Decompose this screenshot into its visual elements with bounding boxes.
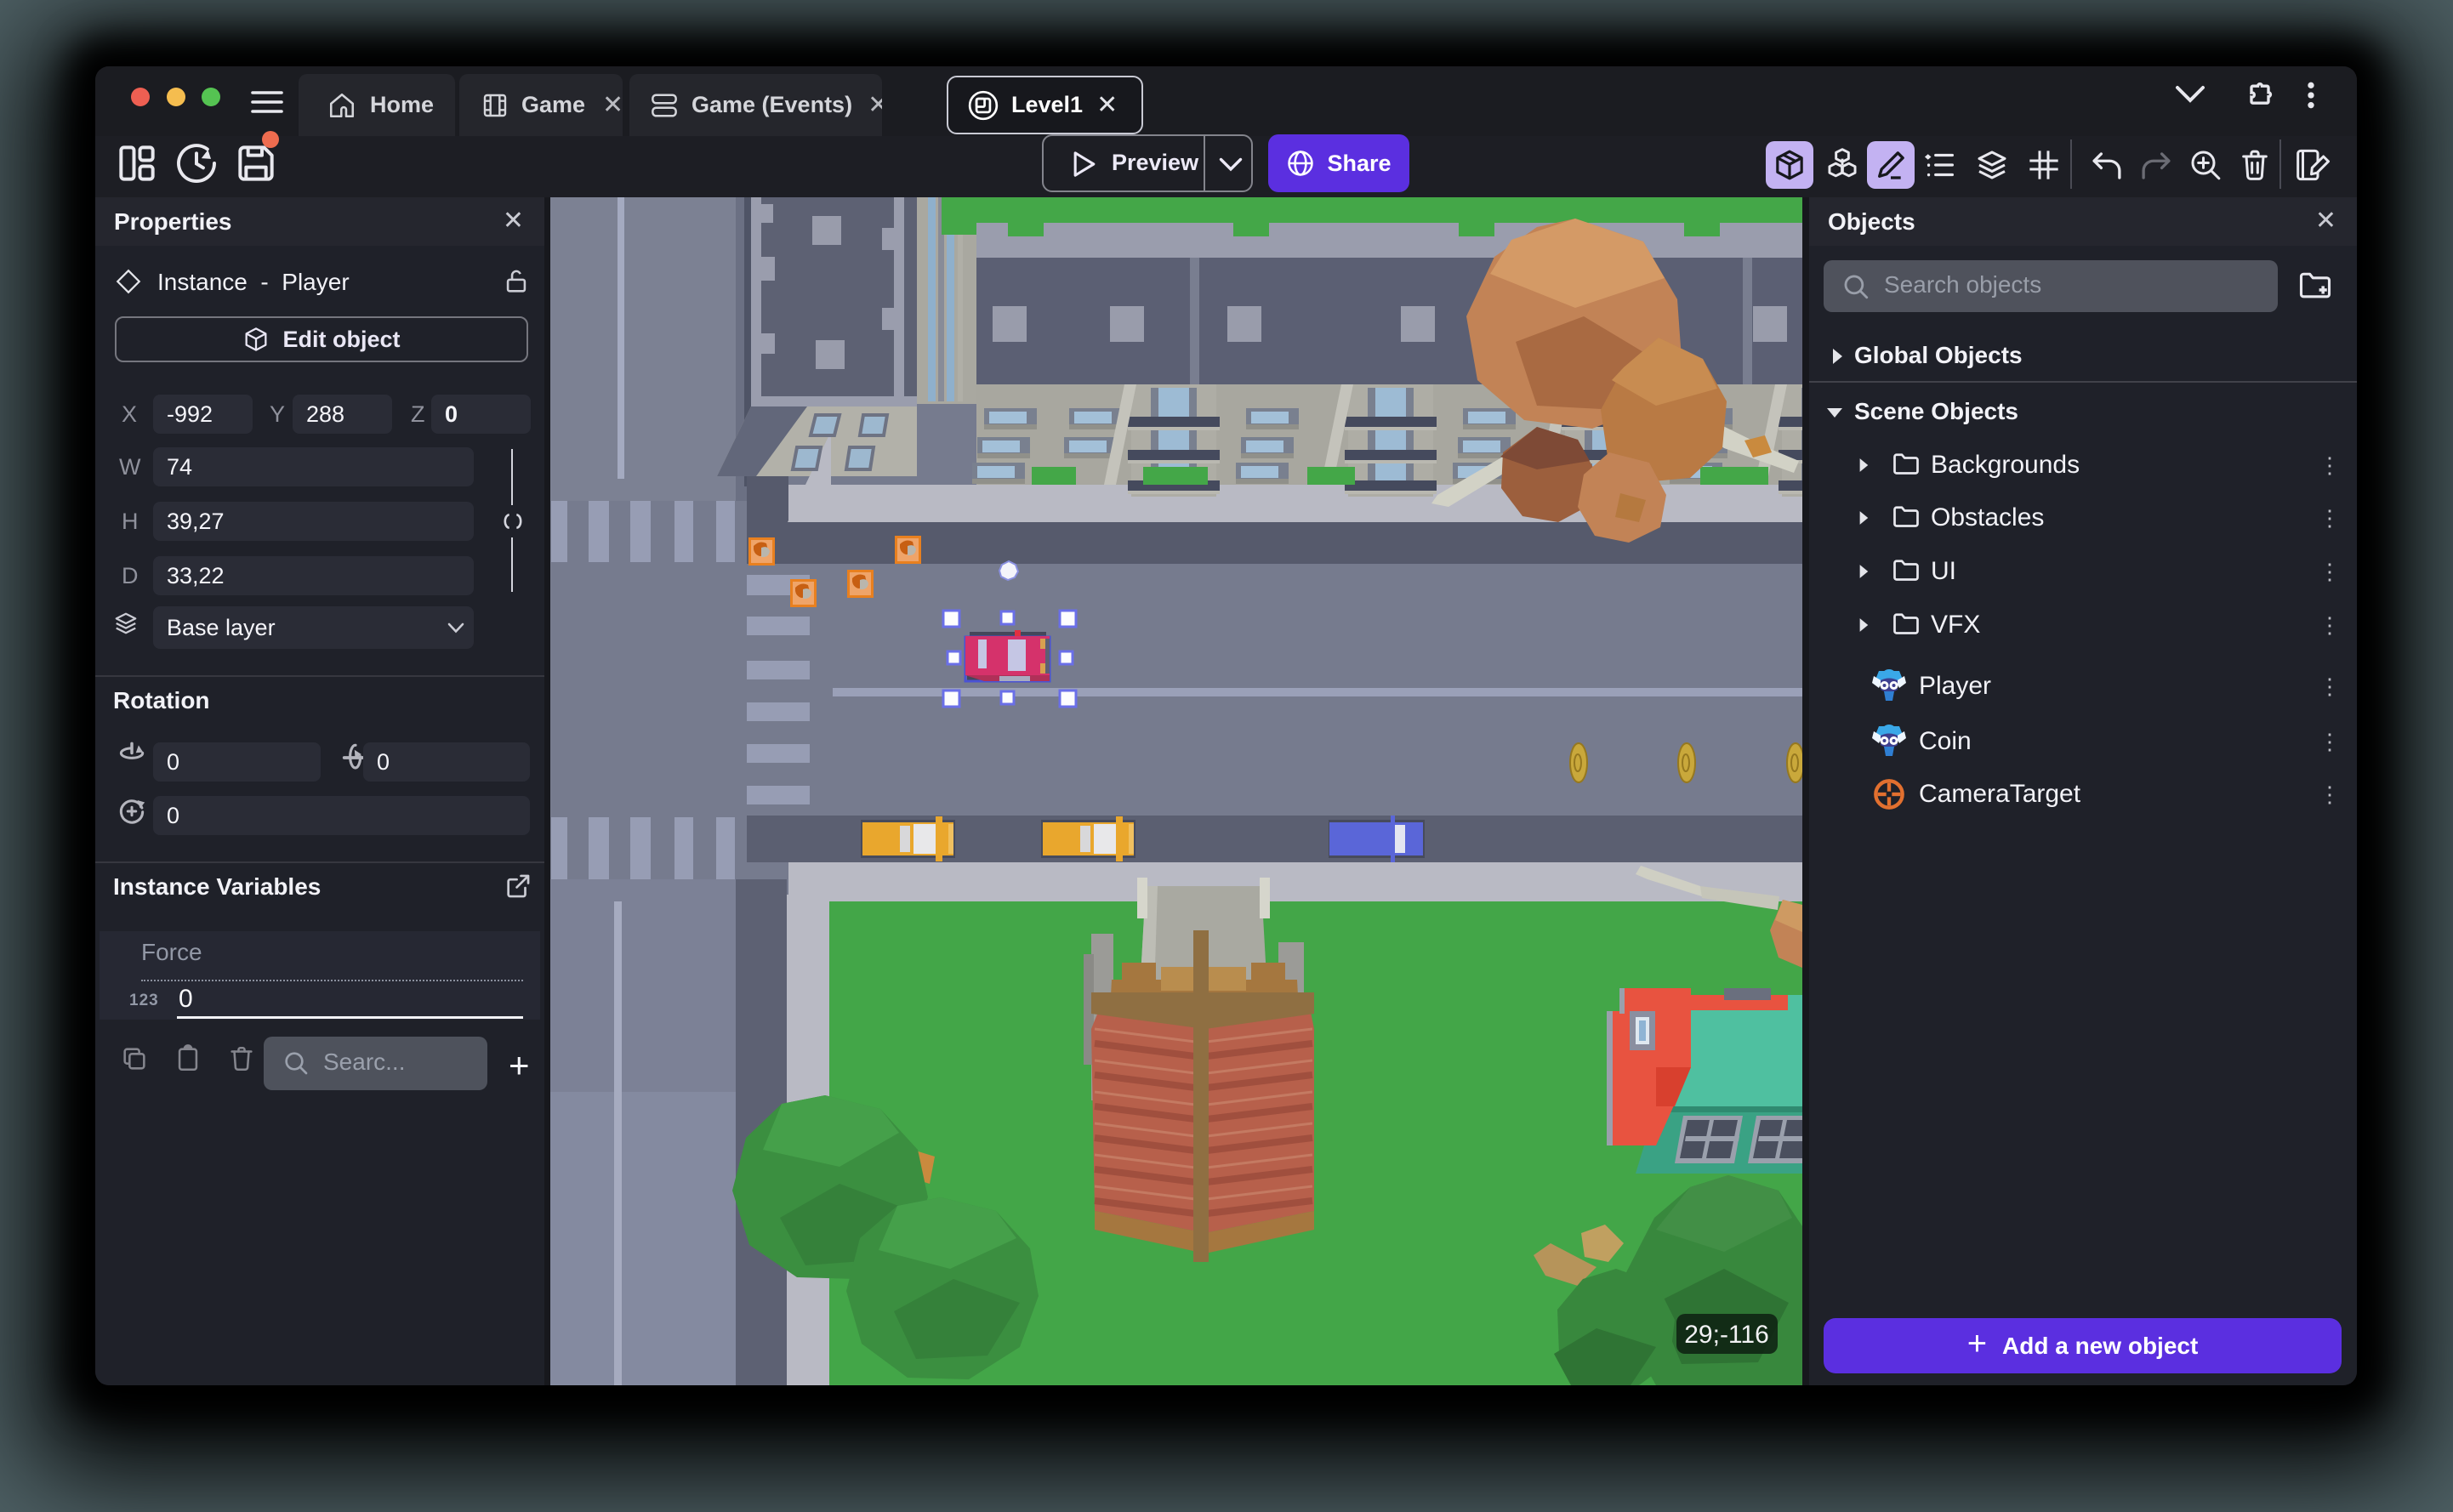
svg-text:29;-116: 29;-116 (1684, 1321, 1769, 1349)
